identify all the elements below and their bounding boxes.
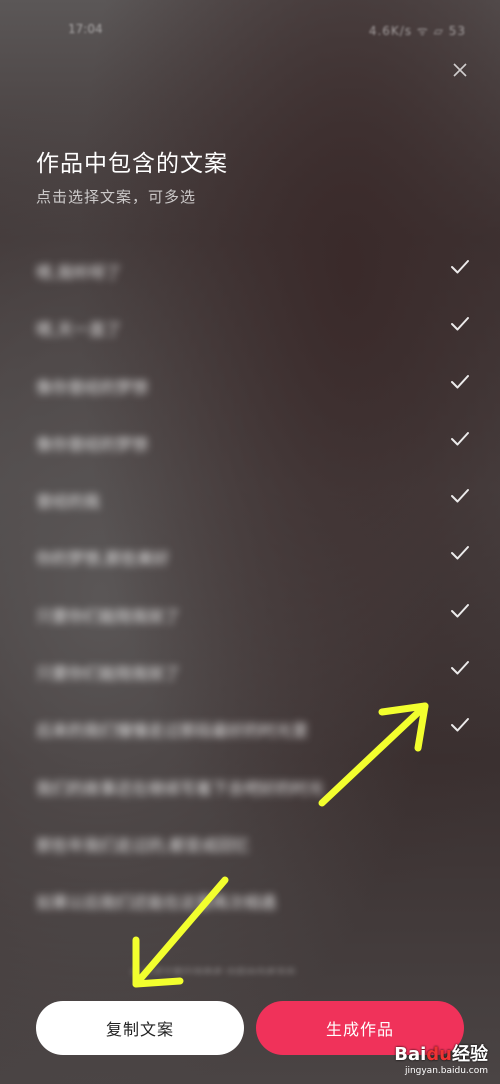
watermark: Baidu经验 jingyan.baidu.com	[394, 1040, 488, 1076]
close-icon	[453, 63, 467, 77]
check-icon	[450, 316, 470, 332]
check-icon	[450, 717, 470, 733]
caption-text: 只要你们能陪我就了	[36, 606, 181, 626]
caption-list: 嗯,我听呀了 嗯,天一直了像你曾经的梦想 像你曾经的梦想 曾经的我你的梦想,那些美好只…	[0, 241, 500, 929]
caption-text: 如果以后我们还能在这里再次相遇	[36, 893, 277, 913]
caption-item[interactable]: 像你曾经的梦想	[0, 356, 500, 413]
caption-text: 像你曾经的梦想	[36, 434, 149, 454]
footnote: AI 生成文案仅供参考 内容由作者发布	[130, 968, 297, 974]
check-icon	[450, 488, 470, 504]
check-icon	[450, 374, 470, 390]
page-title: 作品中包含的文案	[36, 151, 228, 177]
caption-text: 只要你们能陪我就了	[36, 664, 181, 684]
caption-item[interactable]: 曾经的我	[0, 470, 500, 527]
check-icon	[450, 603, 470, 619]
copy-caption-button[interactable]: 复制文案	[36, 1001, 244, 1055]
check-icon	[450, 431, 470, 447]
close-button[interactable]	[450, 60, 470, 80]
caption-text: 我们的故事还在继续写着下去吧好的时光	[36, 778, 325, 798]
status-icons: 4.6K/s ᯤ ▱ 53	[368, 24, 466, 38]
check-icon	[450, 660, 470, 676]
status-time: 17:04	[68, 22, 103, 36]
watermark-url: jingyan.baidu.com	[404, 1066, 488, 1076]
caption-text: 像你曾经的梦想	[36, 377, 149, 397]
caption-text: 嗯,我听呀了	[36, 263, 122, 282]
check-icon	[450, 545, 470, 561]
caption-item[interactable]: 只要你们能陪我就了	[0, 642, 500, 699]
caption-text: 那些年我们走过的,都变成回忆	[36, 835, 250, 855]
caption-item[interactable]: 我们的故事还在继续写着下去吧好的时光	[0, 757, 500, 814]
caption-text: 嗯,天一直了	[36, 320, 122, 340]
caption-item[interactable]: 你的梦想,那些美好	[0, 527, 500, 584]
caption-item[interactable]: 像你曾经的梦想	[0, 413, 500, 470]
caption-text: 你的梦想,那些美好	[36, 549, 170, 569]
caption-item[interactable]: 只要你们能陪我就了	[0, 585, 500, 642]
caption-item[interactable]: 如果以后我们还能在这里再次相遇	[0, 871, 500, 928]
check-icon	[450, 259, 470, 275]
caption-text: 后来的我们慢慢走过那段最好的时光里	[36, 721, 309, 741]
caption-item[interactable]: 那些年我们走过的,都变成回忆	[0, 814, 500, 871]
status-bar: 17:04 4.6K/s ᯤ ▱ 53	[0, 0, 500, 60]
caption-item[interactable]: 嗯,天一直了	[0, 298, 500, 355]
caption-item[interactable]: 嗯,我听呀了	[0, 241, 500, 298]
caption-item[interactable]: 后来的我们慢慢走过那段最好的时光里	[0, 699, 500, 756]
caption-text: 曾经的我	[36, 492, 101, 512]
page-subtitle: 点击选择文案，可多选	[36, 188, 197, 206]
baidu-logo: Baidu经验	[394, 1044, 488, 1065]
